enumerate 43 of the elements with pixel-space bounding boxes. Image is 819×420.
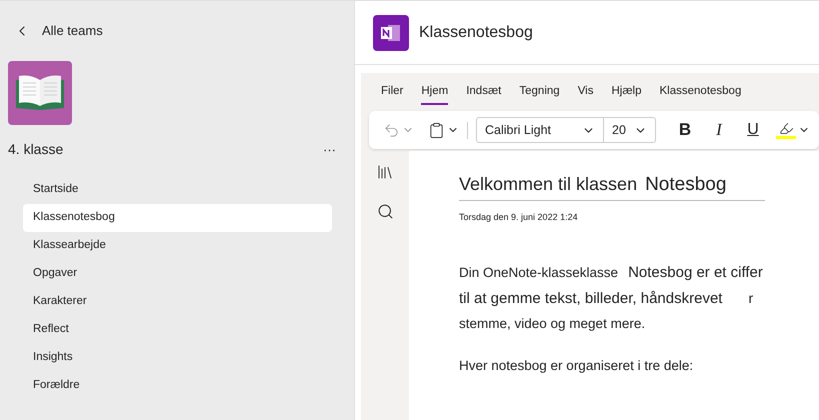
notebook-app-icon bbox=[373, 14, 409, 50]
sidebar-item[interactable]: Insights bbox=[23, 344, 332, 372]
back-button[interactable]: Alle teams bbox=[14, 21, 354, 40]
ribbon-tab[interactable]: Klassenotesbog bbox=[660, 83, 742, 106]
app-title: Klassenotesbog bbox=[419, 22, 533, 42]
open-book-icon bbox=[14, 74, 66, 112]
ribbon-tab[interactable]: Hjælp bbox=[611, 83, 642, 106]
search-icon[interactable] bbox=[376, 203, 394, 220]
sidebar-item[interactable]: Startside bbox=[23, 176, 332, 204]
body-text: Hver notesbog er organiseret i tre dele: bbox=[459, 357, 694, 375]
sidebar-item[interactable]: Karakterer bbox=[23, 288, 332, 316]
undo-button[interactable] bbox=[383, 122, 414, 138]
size-select[interactable]: 20 bbox=[604, 117, 656, 143]
body-text: stemme, video og meget mere. bbox=[459, 315, 646, 333]
sidebar-item[interactable]: Reflect bbox=[23, 316, 332, 344]
highlighter-icon bbox=[776, 121, 796, 139]
team-name: 4. klasse bbox=[8, 140, 64, 158]
clipboard-icon bbox=[428, 122, 445, 138]
body-text: Din OneNote-klasseklasse bbox=[459, 264, 618, 282]
underline-button[interactable]: U bbox=[742, 118, 764, 142]
page-title: Notesbog bbox=[645, 173, 726, 197]
sidebar-item[interactable]: Klassearbejde bbox=[23, 232, 332, 260]
notebooks-icon[interactable] bbox=[376, 163, 394, 181]
ribbon-tab[interactable]: Indsæt bbox=[466, 83, 502, 106]
italic-button[interactable]: I bbox=[708, 117, 730, 143]
font-select[interactable]: Calibri Light bbox=[476, 117, 604, 143]
ribbon-tab[interactable]: Filer bbox=[381, 83, 404, 106]
highlight-button[interactable] bbox=[776, 121, 810, 139]
page-title: Velkommen til klassen bbox=[459, 173, 638, 196]
paste-button[interactable] bbox=[428, 122, 468, 138]
page-date: Torsdag den 9. juni 2022 1:24 bbox=[459, 210, 579, 224]
sidebar-item[interactable]: Opgaver bbox=[23, 260, 332, 288]
bold-button[interactable]: B bbox=[674, 117, 696, 143]
body-text: Notesbog er et ciffer bbox=[628, 263, 763, 283]
ribbon-tab[interactable]: Hjem bbox=[421, 83, 448, 106]
body-text: til at gemme tekst, billeder, håndskrevet bbox=[459, 289, 722, 309]
sidebar-item[interactable]: Klassenotesbog bbox=[23, 204, 332, 232]
sidebar-item[interactable]: Forældre bbox=[23, 372, 332, 400]
ribbon-tab[interactable]: Vis bbox=[578, 83, 594, 106]
undo-icon bbox=[383, 122, 400, 138]
body-text: r bbox=[748, 289, 754, 308]
ribbon-tab[interactable]: Tegning bbox=[519, 83, 560, 106]
more-button[interactable]: ··· bbox=[323, 142, 336, 156]
